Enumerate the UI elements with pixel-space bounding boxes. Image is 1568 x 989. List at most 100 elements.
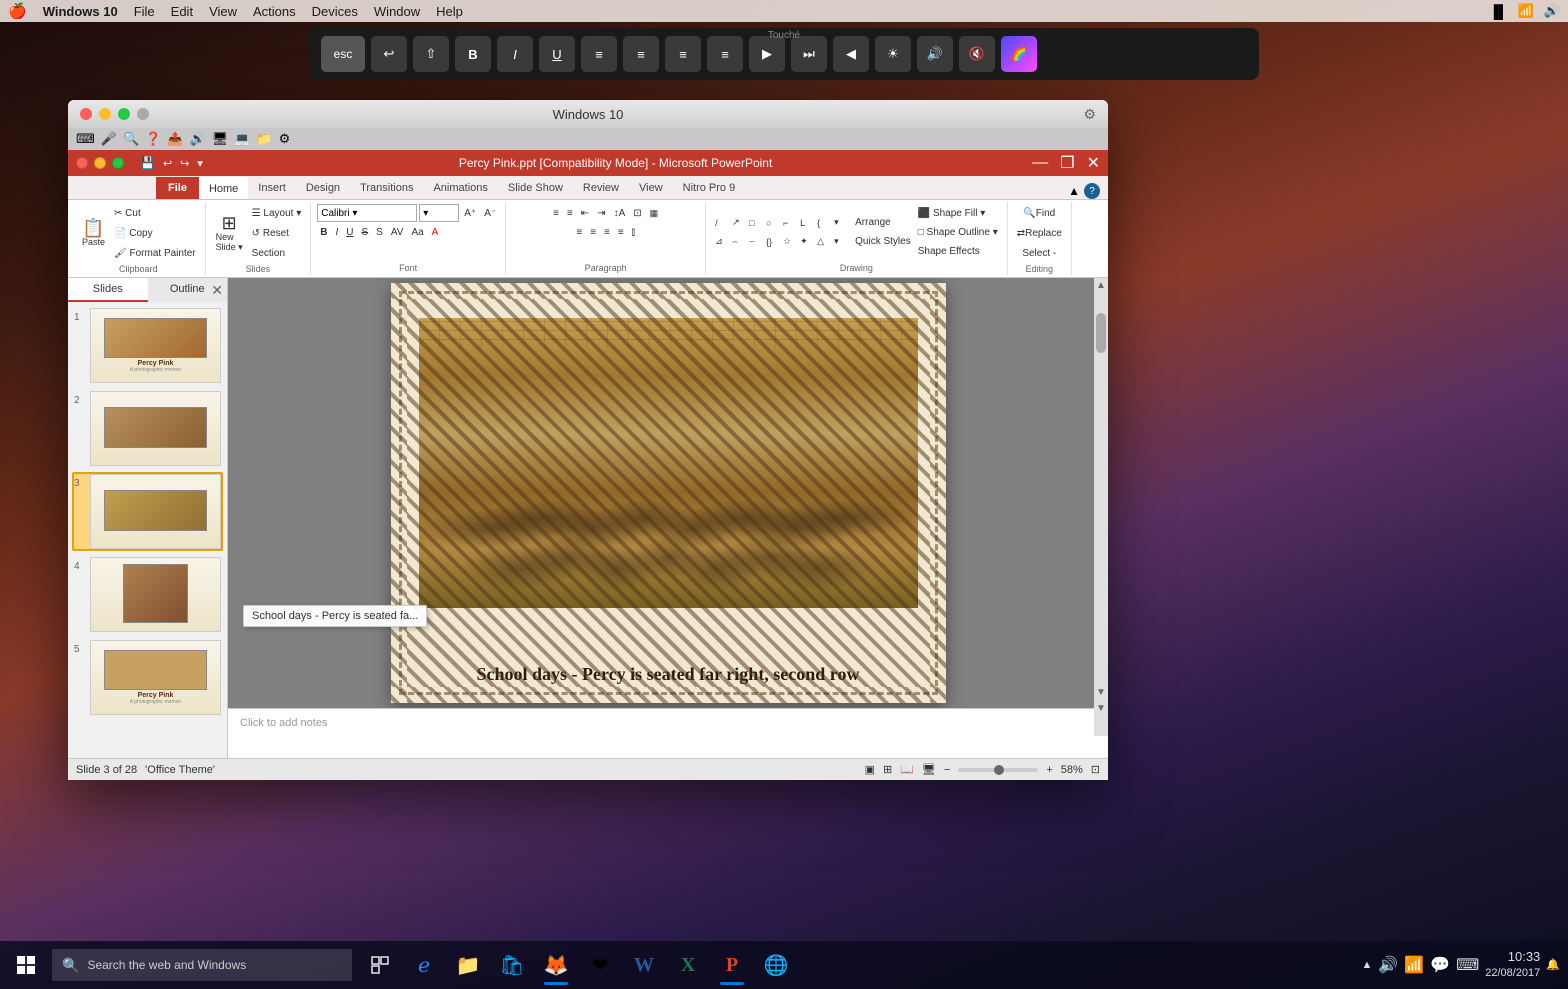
touchbar-align-right[interactable]: ≡ — [665, 36, 701, 72]
win-gear2-icon[interactable]: ⚙ — [279, 131, 291, 147]
font-case-button[interactable]: Aa — [408, 223, 426, 241]
ppt-qat-redo[interactable]: ↪ — [180, 157, 189, 170]
ribbon-tab-file[interactable]: File — [156, 177, 199, 199]
ribbon-tab-nitro[interactable]: Nitro Pro 9 — [673, 177, 746, 199]
ribbon-layout-button[interactable]: ☰ Layout ▾ — [249, 204, 305, 222]
window-settings-icon[interactable]: ⚙ — [1083, 106, 1096, 123]
win-folder-icon[interactable]: 📁 — [256, 131, 272, 147]
tray-up-arrow[interactable]: ▲ — [1361, 959, 1372, 971]
ribbon-cut-button[interactable]: ✂ Cut — [111, 204, 199, 222]
font-shadow-button[interactable]: S — [373, 223, 386, 241]
ribbon-quick-styles-button[interactable]: Quick Styles — [852, 233, 914, 251]
touchbar-esc[interactable]: esc — [321, 36, 365, 72]
shape-oval-button[interactable]: ○ — [763, 214, 779, 232]
shape-7-button[interactable]: ⌣ — [746, 233, 762, 251]
ppt-close-button[interactable] — [76, 157, 88, 169]
mac-menu-item-edit[interactable]: Edit — [171, 4, 193, 19]
list-numbers-button[interactable]: ≡ — [564, 204, 576, 222]
font-strikethrough-button[interactable]: S — [358, 223, 371, 241]
ribbon-new-slide-button[interactable]: ⊞ NewSlide ▾ — [212, 212, 247, 255]
zoom-level[interactable]: 58% — [1061, 764, 1083, 776]
ppt-maximize-button[interactable] — [112, 157, 124, 169]
mac-menu-item-windows10[interactable]: Windows 10 — [43, 4, 118, 19]
ribbon-tab-insert[interactable]: Insert — [248, 177, 296, 199]
window-close-button[interactable] — [80, 108, 92, 120]
touchbar-brightness[interactable]: ☀ — [875, 36, 911, 72]
ribbon-replace-button[interactable]: ⇄ Replace — [1014, 224, 1065, 242]
taskbar-word-icon[interactable]: W — [624, 941, 664, 989]
shape-more-button[interactable]: ▾ — [831, 214, 847, 232]
slide-thumb-2[interactable]: 2 — [72, 389, 223, 468]
columns-button[interactable]: ⫾ — [629, 223, 638, 241]
slide-canvas[interactable]: School days - Percy is seated far right,… — [228, 278, 1108, 708]
slide-thumb-4[interactable]: 4 — [72, 555, 223, 634]
shape-6-button[interactable]: ⌢ — [729, 233, 745, 251]
ribbon-tab-animations[interactable]: Animations — [423, 177, 497, 199]
taskbar-explorer-icon[interactable]: 📁 — [448, 941, 488, 989]
taskbar-search[interactable]: 🔍 Search the web and Windows — [52, 949, 352, 981]
line-spacing-button[interactable]: ▦ — [647, 204, 662, 222]
taskbar-task-view[interactable] — [360, 941, 400, 989]
shape-10-button[interactable]: ✦ — [797, 233, 813, 251]
touchbar-redo[interactable]: ⇧ — [413, 36, 449, 72]
current-slide[interactable]: School days - Percy is seated far right,… — [391, 283, 946, 703]
indent-increase-button[interactable]: ⇥ — [594, 204, 608, 222]
window-maximize-button[interactable] — [118, 108, 130, 120]
mac-menu-item-actions[interactable]: Actions — [253, 4, 296, 19]
ppt-qat-undo[interactable]: ↩ — [163, 157, 172, 170]
ribbon-select-button[interactable]: Select - — [1019, 244, 1059, 262]
ribbon-paste-button[interactable]: 📋 Paste — [78, 217, 109, 249]
scroll-up-arrow[interactable]: ▲ — [1094, 278, 1108, 293]
ribbon-format-painter-button[interactable]: 🖌 Format Painter — [111, 244, 199, 262]
shape-arrange-button[interactable]: ▾ — [831, 233, 847, 251]
slide-thumb-5[interactable]: 5 Percy Pink A photographic memoir — [72, 638, 223, 717]
notes-area[interactable]: Click to add notes — [228, 708, 1108, 758]
taskbar-firefox-icon[interactable]: 🦊 — [536, 941, 576, 989]
action-center-icon[interactable]: 🔔 — [1546, 958, 1560, 971]
convert-to-smartart-button[interactable]: ⊡ — [630, 204, 644, 222]
win-mic-icon[interactable]: 🎤 — [101, 131, 117, 147]
shape-2-button[interactable]: ⌐ — [780, 214, 796, 232]
indent-decrease-button[interactable]: ⇤ — [578, 204, 592, 222]
scroll-thumb[interactable] — [1096, 313, 1106, 353]
reading-view-icon[interactable]: 📖 — [900, 763, 914, 776]
touchbar-align-center[interactable]: ≡ — [623, 36, 659, 72]
ppt-win-minimize[interactable]: — — [1032, 154, 1048, 172]
mac-menu-item-help[interactable]: Help — [436, 4, 463, 19]
tray-message-icon[interactable]: 💬 — [1430, 955, 1450, 975]
list-bullets-button[interactable]: ≡ — [550, 204, 562, 222]
window-minimize-button[interactable] — [99, 108, 111, 120]
taskbar-edge-icon[interactable]: ℯ — [404, 941, 444, 989]
scroll-down-arrow[interactable]: ▼ — [1094, 685, 1108, 700]
scroll-down-arrow-2[interactable]: ▼ — [1094, 701, 1108, 716]
ribbon-collapse-icon[interactable]: ▲ — [1068, 184, 1080, 198]
ribbon-find-button[interactable]: 🔍 Find — [1020, 204, 1058, 222]
slide-thumb-3[interactable]: 3 — [72, 472, 223, 551]
fit-slide-button[interactable]: ⊡ — [1091, 763, 1100, 776]
main-scrollbar[interactable]: ▲ ▼ ▼ — [1094, 278, 1108, 736]
shape-3-button[interactable]: L — [797, 214, 813, 232]
ppt-minimize-button[interactable] — [94, 157, 106, 169]
font-bold-button[interactable]: B — [317, 223, 330, 241]
touchbar-skip[interactable]: ⏭ — [791, 36, 827, 72]
touchbar-volume[interactable]: 🔊 — [917, 36, 953, 72]
slide-thumb-1[interactable]: 1 Percy Pink A photographic memoir — [72, 306, 223, 385]
win-share-icon[interactable]: 📤 — [167, 131, 183, 147]
slides-panel-close[interactable]: ✕ — [211, 282, 223, 299]
taskbar-chrome-icon[interactable]: 🌐 — [756, 941, 796, 989]
ppt-qat-save[interactable]: 💾 — [140, 156, 155, 170]
ribbon-copy-button[interactable]: 📄 Copy — [111, 224, 199, 242]
touchbar-undo[interactable]: ↩ — [371, 36, 407, 72]
align-justify-button[interactable]: ≡ — [615, 223, 627, 241]
ribbon-tab-design[interactable]: Design — [296, 177, 350, 199]
align-center-button[interactable]: ≡ — [587, 223, 599, 241]
win-keyboard-icon[interactable]: ⌨ — [76, 131, 95, 147]
shape-arrow-button[interactable]: ↗ — [729, 214, 745, 232]
text-direction-button[interactable]: ↕A — [611, 204, 629, 222]
win-laptop-icon[interactable]: 💻 — [234, 131, 250, 147]
font-color-button[interactable]: A — [429, 223, 442, 241]
win-search-icon[interactable]: 🔍 — [123, 131, 139, 147]
tab-slides[interactable]: Slides — [68, 278, 148, 302]
ribbon-section-button[interactable]: Section — [249, 244, 305, 262]
font-increase-button[interactable]: A⁺ — [461, 204, 479, 222]
